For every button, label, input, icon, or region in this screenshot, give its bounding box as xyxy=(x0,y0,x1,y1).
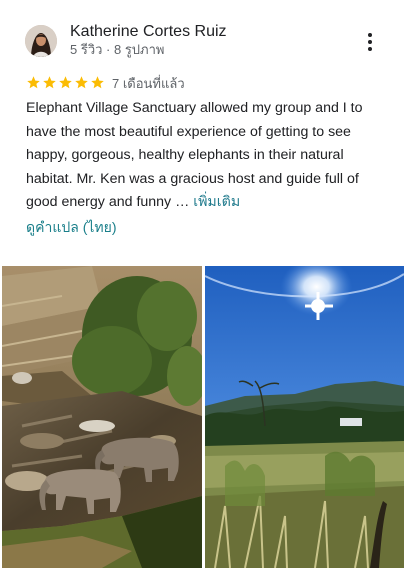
star-rating xyxy=(26,74,105,92)
review-card: Katherine Cortes Ruiz 5 รีวิว · 8 รูปภาพ… xyxy=(0,0,407,573)
translate-link[interactable]: ดูคำแปล (ไทย) xyxy=(26,217,117,237)
review-photo-valley[interactable] xyxy=(205,266,404,568)
read-more-link[interactable]: เพิ่มเติม xyxy=(193,194,240,210)
review-age: 7 เดือนที่แล้ว xyxy=(112,76,185,91)
review-text: Elephant Village Sanctuary allowed my gr… xyxy=(26,97,382,215)
star-icon xyxy=(59,76,72,89)
star-icon xyxy=(91,76,104,89)
star-icon xyxy=(43,76,56,89)
author-name[interactable]: Katherine Cortes Ruiz xyxy=(70,22,227,42)
review-photo-elephants[interactable] xyxy=(2,266,202,568)
avatar[interactable] xyxy=(25,25,57,57)
elephants-river-image xyxy=(2,266,202,568)
avatar-image xyxy=(25,25,57,57)
star-icon xyxy=(75,76,88,89)
review-photos xyxy=(0,266,407,573)
star-icon xyxy=(27,76,40,89)
more-vert-icon[interactable] xyxy=(360,30,380,54)
forest-valley-image xyxy=(205,266,404,568)
author-meta: 5 รีวิว · 8 รูปภาพ xyxy=(70,42,165,57)
